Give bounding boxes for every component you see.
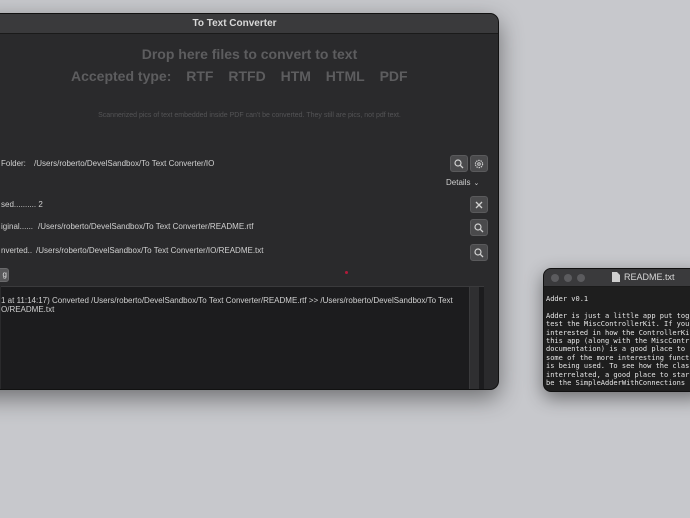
folder-label: Folder: xyxy=(1,159,26,168)
clear-button[interactable] xyxy=(470,196,488,213)
gear-icon xyxy=(474,159,484,168)
window-title: To Text Converter xyxy=(192,18,277,29)
converted-label: nverted.. xyxy=(1,246,33,255)
log-area[interactable]: 1 at 11:14:17) Converted /Users/roberto/… xyxy=(1,286,484,389)
log-line: O/README.txt xyxy=(1,305,55,314)
type-htm: HTM xyxy=(280,68,311,84)
minimize-window-button[interactable] xyxy=(564,274,572,282)
converted-search-button[interactable] xyxy=(470,244,488,261)
log-line: 1 at 11:14:17) Converted /Users/roberto/… xyxy=(1,296,453,305)
readme-window: README.txt Adder v0.1 Adder is just a li… xyxy=(543,268,690,392)
close-icon xyxy=(475,201,483,208)
readme-title: README.txt xyxy=(612,272,675,282)
accepted-types: Accepted type: RTF RTFD HTM HTML PDF xyxy=(71,68,419,86)
log-scrollbar[interactable] xyxy=(469,287,479,389)
type-pdf: PDF xyxy=(379,68,408,84)
chevron-down-icon: ⌄ xyxy=(473,180,480,187)
search-icon xyxy=(474,222,484,232)
pdf-note: Scannerized pics of text embedded inside… xyxy=(98,112,401,119)
zoom-window-button[interactable] xyxy=(577,274,585,282)
text-line: interested in how the ControllerKi xyxy=(546,328,690,337)
text-line: some of the more interesting funct xyxy=(546,353,690,362)
type-rtfd: RTFD xyxy=(228,68,266,84)
original-path: /Users/roberto/DevelSandbox/To Text Conv… xyxy=(38,222,254,231)
readme-title-text: README.txt xyxy=(624,272,675,282)
drop-zone-title: Drop here files to convert to text xyxy=(141,46,358,62)
log-button[interactable]: g xyxy=(0,268,9,282)
text-line: is being used. To see how the clas xyxy=(546,362,690,371)
folder-path: /Users/roberto/DevelSandbox/To Text Conv… xyxy=(34,159,215,168)
status-dot xyxy=(345,271,348,274)
original-label: iginal...... xyxy=(1,222,34,231)
folder-settings-button[interactable] xyxy=(470,155,488,172)
text-line: documentation) is a good place to xyxy=(546,345,686,354)
text-line: this app (along with the MiscContr xyxy=(546,337,690,346)
readme-title-bar[interactable]: README.txt xyxy=(544,269,690,287)
text-line: test the MiscControllerKit. If you xyxy=(546,320,690,329)
text-line xyxy=(546,303,690,311)
log-text: 1 at 11:14:17) Converted /Users/roberto/… xyxy=(1,296,461,314)
details-toggle[interactable]: Details ⌄ xyxy=(446,178,479,187)
text-line: Adder is just a little app put tog xyxy=(546,311,690,320)
main-window: To Text Converter Drop here files to con… xyxy=(0,13,499,390)
processed-label: sed.......... 2 xyxy=(1,200,43,209)
type-rtf: RTF xyxy=(186,68,214,84)
details-label: Details xyxy=(446,178,471,187)
type-html: HTML xyxy=(325,68,365,84)
title-bar[interactable]: To Text Converter xyxy=(0,14,498,34)
readme-text[interactable]: Adder v0.1 Adder is just a little app pu… xyxy=(546,295,690,387)
original-search-button[interactable] xyxy=(470,219,488,236)
converted-path: /Users/roberto/DevelSandbox/To Text Conv… xyxy=(36,246,264,255)
text-line: interrelated, a good place to star xyxy=(546,370,690,379)
accepted-type-label: Accepted type: xyxy=(71,68,172,84)
search-icon xyxy=(474,247,484,257)
close-window-button[interactable] xyxy=(551,274,559,282)
text-line: be the SimpleAdderWithConnections xyxy=(546,379,690,388)
folder-search-button[interactable] xyxy=(450,155,468,172)
document-icon xyxy=(612,272,620,282)
search-icon xyxy=(454,158,464,168)
text-line: Adder v0.1 xyxy=(546,295,589,303)
